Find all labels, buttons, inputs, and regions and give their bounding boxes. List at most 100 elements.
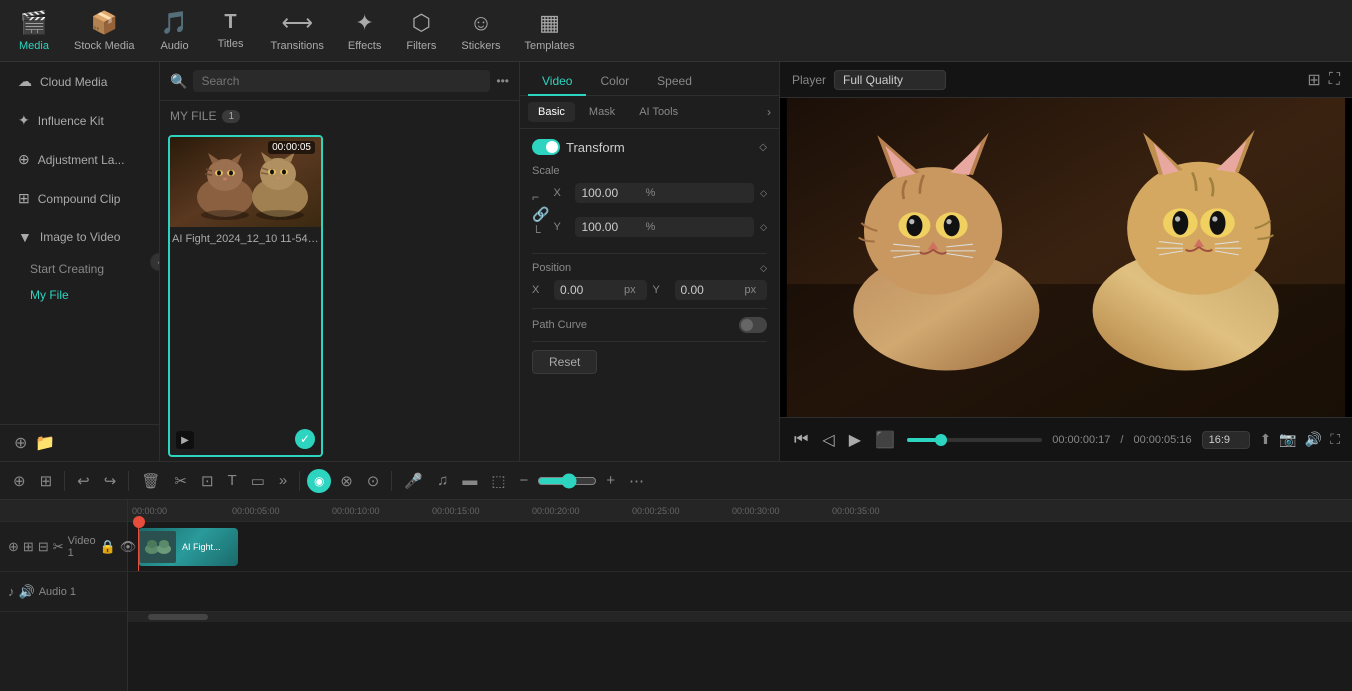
fast-forward-button[interactable]: » bbox=[274, 469, 292, 492]
toolbar-stock-media[interactable]: 📦 Stock Media bbox=[64, 4, 145, 58]
zoom-slider[interactable] bbox=[537, 473, 597, 489]
ruler-mark-10: 00:00:10:00 bbox=[332, 506, 380, 516]
scale-y-input-wrap: % bbox=[575, 217, 754, 237]
stop-button[interactable]: ⬛ bbox=[873, 428, 897, 452]
scrollbar-thumb[interactable] bbox=[148, 614, 208, 620]
auto-captions-button[interactable]: ⬚ bbox=[486, 469, 510, 493]
audio-track-volume-icon[interactable]: 🔊 bbox=[19, 584, 35, 600]
video-track-merge-icon[interactable]: ⊞ bbox=[23, 539, 34, 555]
sidebar-item-adjustment[interactable]: ⊕ Adjustment La... bbox=[4, 141, 155, 178]
sidebar-adjustment-label: Adjustment La... bbox=[38, 153, 125, 167]
scale-y-keyframe[interactable]: ◇ bbox=[760, 222, 767, 233]
path-curve-toggle[interactable] bbox=[739, 317, 767, 333]
play-button[interactable]: ▶ bbox=[847, 428, 863, 452]
sidebar-item-cloud[interactable]: ☁ Cloud Media bbox=[4, 63, 155, 100]
video-track-header: ⊕ ⊞ ⊟ ✂ Video 1 🔒 👁 bbox=[0, 522, 127, 572]
position-keyframe[interactable]: ◇ bbox=[760, 263, 767, 274]
subtab-mask[interactable]: Mask bbox=[579, 102, 625, 122]
toolbar-transitions[interactable]: ⟷ Transitions bbox=[261, 4, 334, 58]
subtabs-more-button[interactable]: › bbox=[767, 105, 771, 119]
tab-color[interactable]: Color bbox=[586, 68, 643, 96]
pos-y-input[interactable] bbox=[681, 283, 741, 297]
scale-values: X % ◇ Y % bbox=[553, 183, 767, 245]
tab-speed[interactable]: Speed bbox=[643, 68, 706, 96]
frame-back-button[interactable]: ◁ bbox=[820, 428, 836, 452]
split-at-playhead-button[interactable]: ⊞ bbox=[35, 469, 58, 493]
reset-button[interactable]: Reset bbox=[532, 350, 597, 374]
thumb-type-icon: ▶ bbox=[176, 431, 194, 449]
aspect-ratio-select[interactable]: 16:9 9:16 1:1 4:3 bbox=[1202, 431, 1250, 449]
loop-button[interactable]: ⊙ bbox=[362, 469, 385, 493]
search-input[interactable] bbox=[193, 70, 490, 92]
timeline-scrollbar[interactable] bbox=[128, 612, 1352, 622]
screenshot-icon[interactable]: 📷 bbox=[1279, 431, 1296, 448]
transform-toggle[interactable] bbox=[532, 139, 560, 155]
redo-button[interactable]: ↪ bbox=[99, 469, 122, 493]
scale-link-icon[interactable]: 🔗 bbox=[532, 206, 549, 223]
progress-bar[interactable] bbox=[907, 438, 1042, 442]
speed-ramp-button[interactable]: ⊗ bbox=[335, 469, 358, 493]
scale-x-keyframe[interactable]: ◇ bbox=[760, 188, 767, 199]
volume-icon[interactable]: 🔊 bbox=[1305, 431, 1322, 448]
add-track-button[interactable]: ⊕ bbox=[8, 469, 31, 493]
zoom-out-button[interactable]: − bbox=[515, 469, 534, 492]
undo-button[interactable]: ↩ bbox=[72, 469, 95, 493]
sidebar-add-button[interactable]: ⊕ bbox=[14, 433, 27, 453]
music-button[interactable]: ♫ bbox=[432, 469, 453, 492]
my-file-section-label: MY FILE bbox=[170, 109, 216, 123]
toolbar-templates[interactable]: ▦ Templates bbox=[514, 4, 584, 58]
scale-label: Scale bbox=[532, 165, 767, 177]
pos-x-input[interactable] bbox=[560, 283, 620, 297]
skip-back-button[interactable]: ⏮ bbox=[792, 429, 810, 451]
sidebar-item-compound[interactable]: ⊞ Compound Clip bbox=[4, 180, 155, 217]
ruler-mark-25: 00:00:25:00 bbox=[632, 506, 680, 516]
scale-x-input[interactable] bbox=[581, 186, 641, 200]
crop-button[interactable]: ⊡ bbox=[196, 469, 219, 493]
cut-button[interactable]: ✂ bbox=[169, 469, 192, 493]
scale-x-label: X bbox=[553, 187, 569, 199]
export-icon[interactable]: ⬆ bbox=[1260, 431, 1272, 448]
tab-video[interactable]: Video bbox=[528, 68, 586, 96]
sidebar-item-image-to-video[interactable]: ▼ Image to Video bbox=[4, 219, 155, 255]
video-clip-1[interactable]: AI Fight... bbox=[138, 528, 238, 566]
playhead-marker bbox=[133, 516, 145, 528]
quality-select[interactable]: Full Quality Half Quality Quarter Qualit… bbox=[834, 70, 946, 90]
aspect-ratio-button[interactable]: ▭ bbox=[246, 469, 270, 493]
media-thumbnail-1[interactable]: 00:00:05 ▶ ✓ AI Fight_2024_12_10 11-54-1… bbox=[168, 135, 323, 457]
sidebar-my-file[interactable]: My File bbox=[0, 282, 159, 308]
fullscreen-icon[interactable]: ⛶ bbox=[1329, 71, 1340, 89]
delete-button[interactable]: 🗑 bbox=[136, 469, 165, 493]
video-track-scissors-icon[interactable]: ✂ bbox=[53, 539, 64, 555]
video-track-add-icon[interactable]: ⊕ bbox=[8, 539, 19, 555]
more-options-icon[interactable]: ••• bbox=[496, 74, 509, 88]
toolbar-filters[interactable]: ⬡ Filters bbox=[395, 4, 447, 58]
video-track-lock-icon[interactable]: 🔒 bbox=[100, 539, 116, 555]
transform-keyframe[interactable]: ◇ bbox=[759, 142, 767, 153]
subtab-basic[interactable]: Basic bbox=[528, 102, 575, 122]
more-options-button[interactable]: ⋯ bbox=[624, 469, 649, 493]
audio-track-add-icon[interactable]: ♪ bbox=[8, 584, 15, 599]
grid-view-icon[interactable]: ⊞ bbox=[1307, 70, 1320, 90]
subtab-ai-tools[interactable]: AI Tools bbox=[629, 102, 688, 122]
auto-cut-button[interactable]: ◉ bbox=[307, 469, 331, 493]
sidebar-start-creating[interactable]: Start Creating bbox=[0, 256, 159, 282]
toolbar-audio[interactable]: 🎵 Audio bbox=[149, 4, 201, 58]
timeline-ruler: 00:00:00 00:00:05:00 00:00:10:00 00:00:1… bbox=[128, 500, 1352, 522]
toolbar-titles[interactable]: T Titles bbox=[205, 5, 257, 56]
fullscreen-btn[interactable]: ⛶ bbox=[1330, 431, 1340, 448]
sidebar-item-influence[interactable]: ✦ Influence Kit bbox=[4, 102, 155, 139]
text-button[interactable]: T bbox=[223, 469, 242, 492]
toolbar-media-label: Media bbox=[19, 40, 49, 52]
scale-y-input[interactable] bbox=[581, 220, 641, 234]
zoom-in-button[interactable]: + bbox=[601, 469, 620, 492]
playhead[interactable] bbox=[138, 522, 139, 571]
sidebar-folder-button[interactable]: 📁 bbox=[35, 433, 55, 453]
video-track-group-icon[interactable]: ⊟ bbox=[38, 539, 49, 555]
toolbar-media[interactable]: 🎬 Media bbox=[8, 4, 60, 58]
timeline-content: 00:00:00 00:00:05:00 00:00:10:00 00:00:1… bbox=[128, 500, 1352, 691]
sidebar-itv-label: Image to Video bbox=[40, 230, 121, 244]
toolbar-effects[interactable]: ✦ Effects bbox=[338, 4, 391, 58]
subtitle-button[interactable]: ▬ bbox=[457, 469, 482, 492]
voice-button[interactable]: 🎤 bbox=[399, 469, 428, 493]
toolbar-stickers[interactable]: ☺ Stickers bbox=[451, 4, 510, 58]
